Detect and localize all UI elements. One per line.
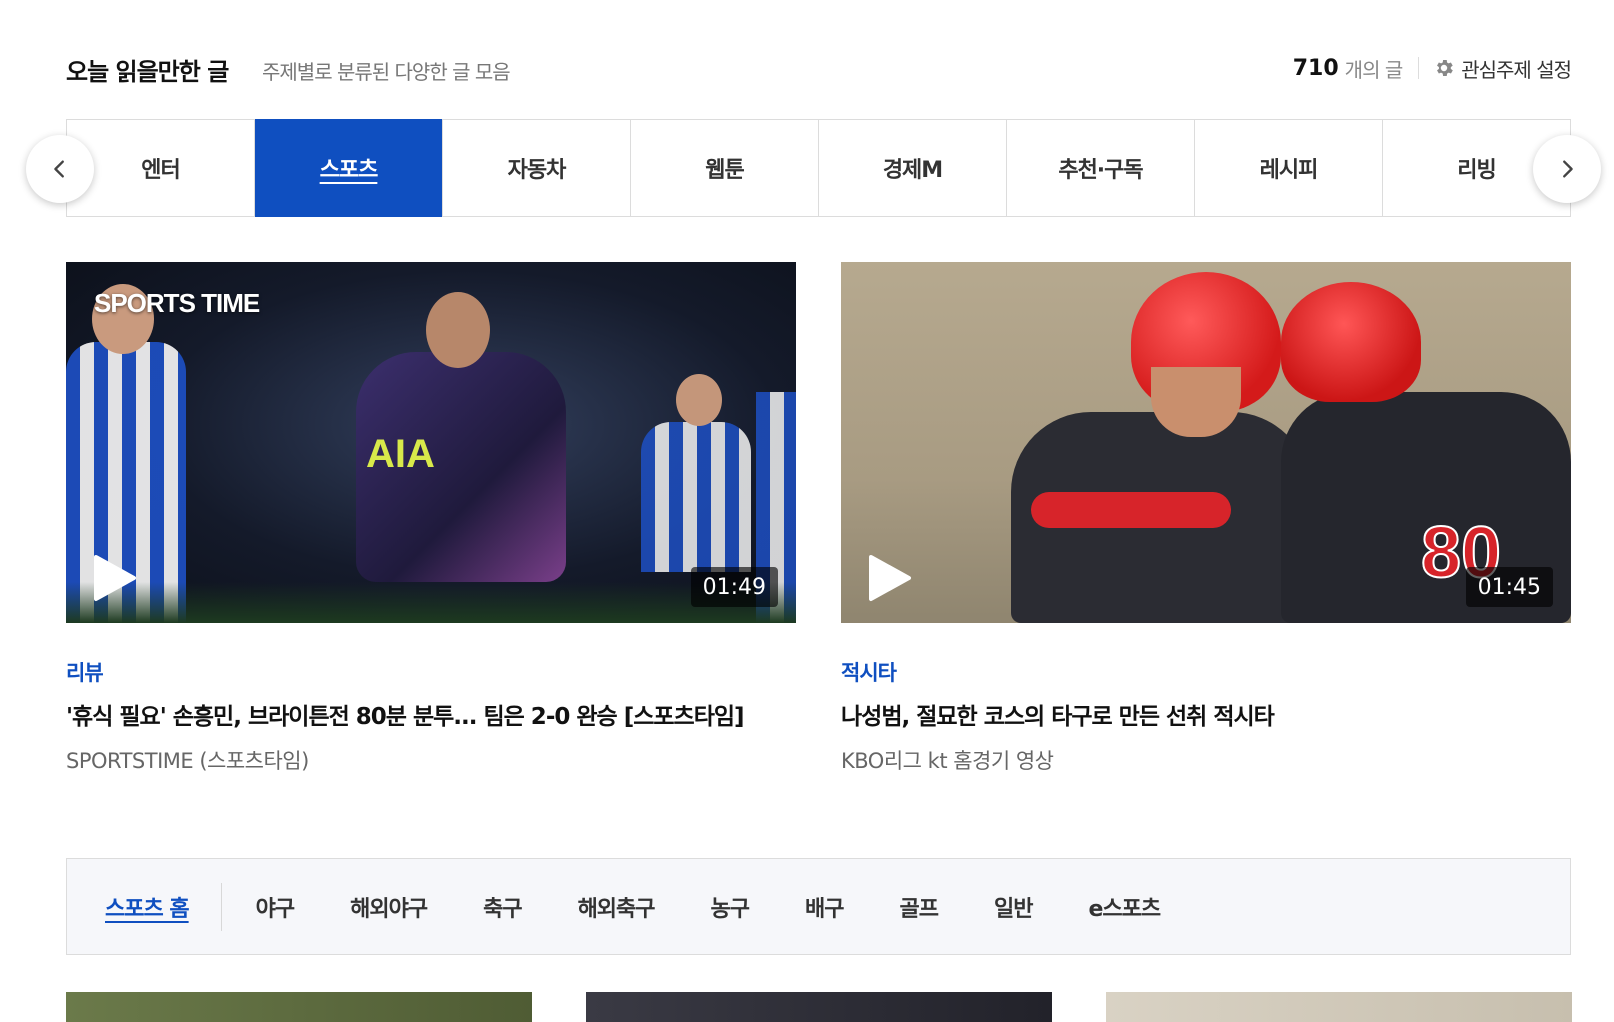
tab-label: 엔터 <box>141 158 180 183</box>
article-source[interactable]: KBO리그 kt 홈경기 영상 <box>841 739 1571 783</box>
interest-settings-button[interactable]: 관심주제 설정 <box>1433 54 1572 83</box>
header-divider <box>1418 57 1420 79</box>
article-thumbnail[interactable] <box>66 992 532 1022</box>
subnav-basketball[interactable]: 농구 <box>711 891 750 923</box>
subnav-esports[interactable]: e스포츠 <box>1088 891 1161 923</box>
player-right-helmet <box>1281 282 1421 402</box>
gear-icon <box>1433 57 1455 79</box>
tab-economy[interactable]: 경제M <box>819 120 1007 216</box>
featured-article-card[interactable]: AIA SPORTS TIME 01:49 리뷰 '휴식 필요' 손흥민, 브라… <box>66 262 796 783</box>
tab-webtoon[interactable]: 웹툰 <box>631 120 819 216</box>
section-header: 오늘 읽을만한 글 주제별로 분류된 다양한 글 모음 710 개의 글 관심주… <box>66 48 1572 88</box>
article-thumbnail[interactable] <box>1106 992 1572 1022</box>
play-icon <box>869 555 911 601</box>
broadcaster-watermark: SPORTS TIME <box>94 288 260 318</box>
tab-label: 추천·구독 <box>1058 158 1143 183</box>
tab-label: 리빙 <box>1457 158 1496 183</box>
tab-recipe[interactable]: 레시피 <box>1195 120 1383 216</box>
section-subtitle: 주제별로 분류된 다양한 글 모음 <box>262 60 511 84</box>
tabs-next-button[interactable] <box>1533 135 1601 203</box>
video-duration: 01:49 <box>690 567 778 607</box>
interest-settings-label: 관심주제 설정 <box>1461 57 1572 82</box>
article-category[interactable]: 적시타 <box>841 657 1571 687</box>
article-title[interactable]: 나성범, 절묘한 코스의 타구로 만든 선취 적시타 <box>841 695 1571 739</box>
subnav-golf[interactable]: 골프 <box>900 891 939 923</box>
tab-enter[interactable]: 엔터 <box>67 120 255 216</box>
subnav-baseball[interactable]: 야구 <box>256 891 295 923</box>
subnav-soccer[interactable]: 축구 <box>483 891 522 923</box>
tab-label: 경제M <box>882 158 943 183</box>
player-right-head <box>676 374 722 426</box>
pitch-shape <box>66 582 796 623</box>
player-right-shape <box>641 422 751 572</box>
subnav-volleyball[interactable]: 배구 <box>805 891 844 923</box>
featured-article-card[interactable]: 80 01:45 적시타 나성범, 절묘한 코스의 타구로 만든 선취 적시타 … <box>841 262 1571 783</box>
article-category[interactable]: 리뷰 <box>66 657 796 687</box>
section-title: 오늘 읽을만한 글 <box>66 58 229 86</box>
tab-car[interactable]: 자동차 <box>443 120 631 216</box>
article-title[interactable]: '휴식 필요' 손흥민, 브라이튼전 80분 분투... 팀은 2-0 완승 [… <box>66 695 796 739</box>
jersey-sponsor-shape: AIA <box>366 432 435 476</box>
article-count-label: 개의 글 <box>1344 57 1404 82</box>
article-count: 710 <box>1292 55 1339 81</box>
player-left-face <box>1151 367 1241 437</box>
article-source[interactable]: SPORTSTIME (스포츠타임) <box>66 739 796 783</box>
video-thumbnail[interactable]: AIA SPORTS TIME 01:49 <box>66 262 796 623</box>
video-thumbnail[interactable]: 80 01:45 <box>841 262 1571 623</box>
category-tabs: 엔터 스포츠 자동차 웹툰 경제M 추천·구독 레시피 리빙 <box>66 119 1571 217</box>
play-icon <box>94 555 136 601</box>
subnav-divider <box>220 882 222 931</box>
player-center-head <box>426 292 490 368</box>
player-left-arm <box>1031 492 1231 528</box>
chevron-right-icon <box>1563 160 1573 178</box>
tab-recommend[interactable]: 추천·구독 <box>1007 120 1195 216</box>
subnav-general[interactable]: 일반 <box>994 891 1033 923</box>
subnav-sports-home[interactable]: 스포츠 홈 <box>105 891 190 923</box>
chevron-left-icon <box>54 160 64 178</box>
article-thumbnail[interactable] <box>586 992 1052 1022</box>
tab-label: 자동차 <box>507 158 567 183</box>
tab-label: 웹툰 <box>705 158 744 183</box>
subnav-overseas-soccer[interactable]: 해외축구 <box>578 891 656 923</box>
tab-label: 레시피 <box>1259 158 1319 183</box>
header-right: 710 개의 글 관심주제 설정 <box>1292 54 1572 83</box>
subnav-overseas-baseball[interactable]: 해외야구 <box>350 891 428 923</box>
tab-sports[interactable]: 스포츠 <box>255 119 443 217</box>
video-duration: 01:45 <box>1465 567 1553 607</box>
tabs-prev-button[interactable] <box>26 135 94 203</box>
sports-subnav: 스포츠 홈 야구 해외야구 축구 해외축구 농구 배구 골프 일반 e스포츠 <box>66 858 1571 955</box>
tab-label: 스포츠 <box>319 158 379 183</box>
